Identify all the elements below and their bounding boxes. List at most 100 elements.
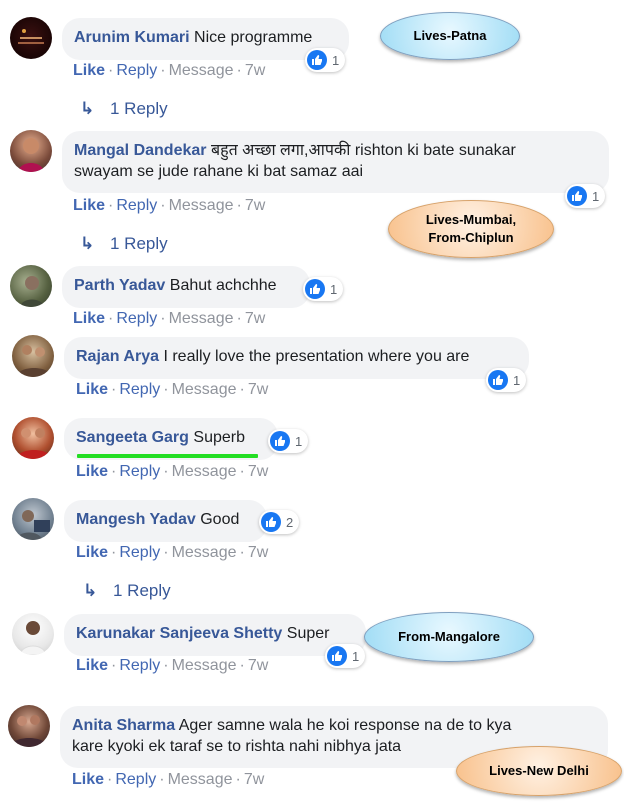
commenter-name[interactable]: Sangeeta Garg xyxy=(76,429,189,446)
reply-link[interactable]: Reply xyxy=(119,381,160,398)
message-link[interactable]: Message xyxy=(168,771,233,788)
reply-arrow-icon: ↳ xyxy=(80,234,95,253)
avatar[interactable] xyxy=(12,498,54,540)
message-link[interactable]: Message xyxy=(169,62,234,79)
callout-text: From-Mangalore xyxy=(398,629,500,644)
like-link[interactable]: Like xyxy=(72,771,104,788)
comment-bubble: Parth Yadav Bahut achchhe xyxy=(62,266,310,308)
comment-actions: Like · Reply · Message · 7w xyxy=(73,197,265,215)
separator: · xyxy=(108,197,114,214)
callout-location-patna: Lives-Patna xyxy=(380,12,520,60)
message-link[interactable]: Message xyxy=(172,544,237,561)
message-link[interactable]: Message xyxy=(169,310,234,327)
reaction-count[interactable]: 1 xyxy=(305,48,346,72)
separator: · xyxy=(236,197,242,214)
message-link[interactable]: Message xyxy=(169,197,234,214)
callout-location-mangalore: From-Mangalore xyxy=(364,612,534,662)
like-count: 1 xyxy=(330,281,338,297)
avatar[interactable] xyxy=(12,335,54,377)
view-replies-link[interactable]: ↳ 1 Reply xyxy=(83,581,171,601)
timestamp[interactable]: 7w xyxy=(245,197,265,214)
reaction-count[interactable]: 1 xyxy=(486,368,527,392)
reply-link[interactable]: Reply xyxy=(116,310,157,327)
commenter-name[interactable]: Karunakar Sanjeeva Shetty xyxy=(76,625,282,642)
reply-link[interactable]: Reply xyxy=(115,771,156,788)
replies-label: 1 Reply xyxy=(110,99,168,118)
commenter-name[interactable]: Parth Yadav xyxy=(74,277,165,294)
view-replies-link[interactable]: ↳ 1 Reply xyxy=(80,99,168,119)
separator: · xyxy=(160,310,166,327)
message-link[interactable]: Message xyxy=(172,463,237,480)
timestamp[interactable]: 7w xyxy=(248,544,268,561)
comment-bubble: Rajan Arya I really love the presentatio… xyxy=(64,337,529,379)
commenter-name[interactable]: Anita Sharma xyxy=(72,717,175,734)
reply-link[interactable]: Reply xyxy=(116,197,157,214)
like-link[interactable]: Like xyxy=(76,544,108,561)
timestamp[interactable]: 7w xyxy=(244,771,264,788)
reply-link[interactable]: Reply xyxy=(116,62,157,79)
commenter-name[interactable]: Arunim Kumari xyxy=(74,29,190,46)
comment-text: Super xyxy=(286,625,330,642)
view-replies-link[interactable]: ↳ 1 Reply xyxy=(80,234,168,254)
like-thumb-icon xyxy=(261,512,281,532)
separator: · xyxy=(107,771,113,788)
reaction-count[interactable]: 1 xyxy=(325,644,366,668)
replies-label: 1 Reply xyxy=(113,581,171,600)
timestamp[interactable]: 7w xyxy=(245,310,265,327)
commenter-name[interactable]: Mangal Dandekar xyxy=(74,142,206,159)
separator: · xyxy=(239,544,245,561)
avatar[interactable] xyxy=(10,265,52,307)
timestamp[interactable]: 7w xyxy=(248,657,268,674)
callout-location-delhi: Lives-New Delhi xyxy=(456,746,622,796)
like-link[interactable]: Like xyxy=(73,62,105,79)
like-count: 1 xyxy=(332,52,340,68)
separator: · xyxy=(163,657,169,674)
separator: · xyxy=(159,771,165,788)
avatar-image xyxy=(16,345,52,377)
like-link[interactable]: Like xyxy=(76,381,108,398)
comment-text: बहुत अच्छा लगा,आपकी rishton ki bate suna… xyxy=(210,142,516,159)
timestamp[interactable]: 7w xyxy=(245,62,265,79)
avatar[interactable] xyxy=(12,613,54,655)
reaction-count[interactable]: 1 xyxy=(268,429,309,453)
like-link[interactable]: Like xyxy=(76,657,108,674)
like-link[interactable]: Like xyxy=(73,310,105,327)
like-thumb-icon xyxy=(327,646,347,666)
commenter-name[interactable]: Rajan Arya xyxy=(76,348,159,365)
avatar[interactable] xyxy=(10,17,52,59)
reply-link[interactable]: Reply xyxy=(119,657,160,674)
like-link[interactable]: Like xyxy=(76,463,108,480)
reaction-count[interactable]: 1 xyxy=(303,277,344,301)
comment-text: Good xyxy=(200,511,240,528)
callout-text: From-Chiplun xyxy=(428,230,514,245)
message-link[interactable]: Message xyxy=(172,657,237,674)
avatar-image xyxy=(20,276,44,307)
comment-text: Nice programme xyxy=(194,29,313,46)
reaction-count[interactable]: 2 xyxy=(259,510,300,534)
like-link[interactable]: Like xyxy=(73,197,105,214)
message-link[interactable]: Message xyxy=(172,381,237,398)
avatar-image xyxy=(16,428,52,459)
comment-actions: Like · Reply · Message · 7w xyxy=(73,310,265,328)
reply-link[interactable]: Reply xyxy=(119,544,160,561)
timestamp[interactable]: 7w xyxy=(248,381,268,398)
avatar[interactable] xyxy=(12,417,54,459)
reply-link[interactable]: Reply xyxy=(119,463,160,480)
separator: · xyxy=(108,310,114,327)
comment-actions: Like · Reply · Message · 7w xyxy=(76,463,268,481)
separator: · xyxy=(163,463,169,480)
avatar-image xyxy=(18,29,44,44)
comment-bubble: Mangal Dandekar बहुत अच्छा लगा,आपकी rish… xyxy=(62,131,609,193)
callout-text: Lives-New Delhi xyxy=(489,763,589,778)
reaction-count[interactable]: 1 xyxy=(565,184,606,208)
avatar[interactable] xyxy=(8,705,50,747)
callout-text: Lives-Mumbai, xyxy=(425,212,517,227)
commenter-name[interactable]: Mangesh Yadav xyxy=(76,511,196,528)
comment-actions: Like · Reply · Message · 7w xyxy=(76,544,268,562)
comment-actions: Like · Reply · Message · 7w xyxy=(76,381,268,399)
timestamp[interactable]: 7w xyxy=(248,463,268,480)
separator: · xyxy=(236,62,242,79)
comment-text: Bahut achchhe xyxy=(169,277,277,294)
reply-arrow-icon: ↳ xyxy=(83,581,98,600)
avatar[interactable] xyxy=(10,130,52,172)
